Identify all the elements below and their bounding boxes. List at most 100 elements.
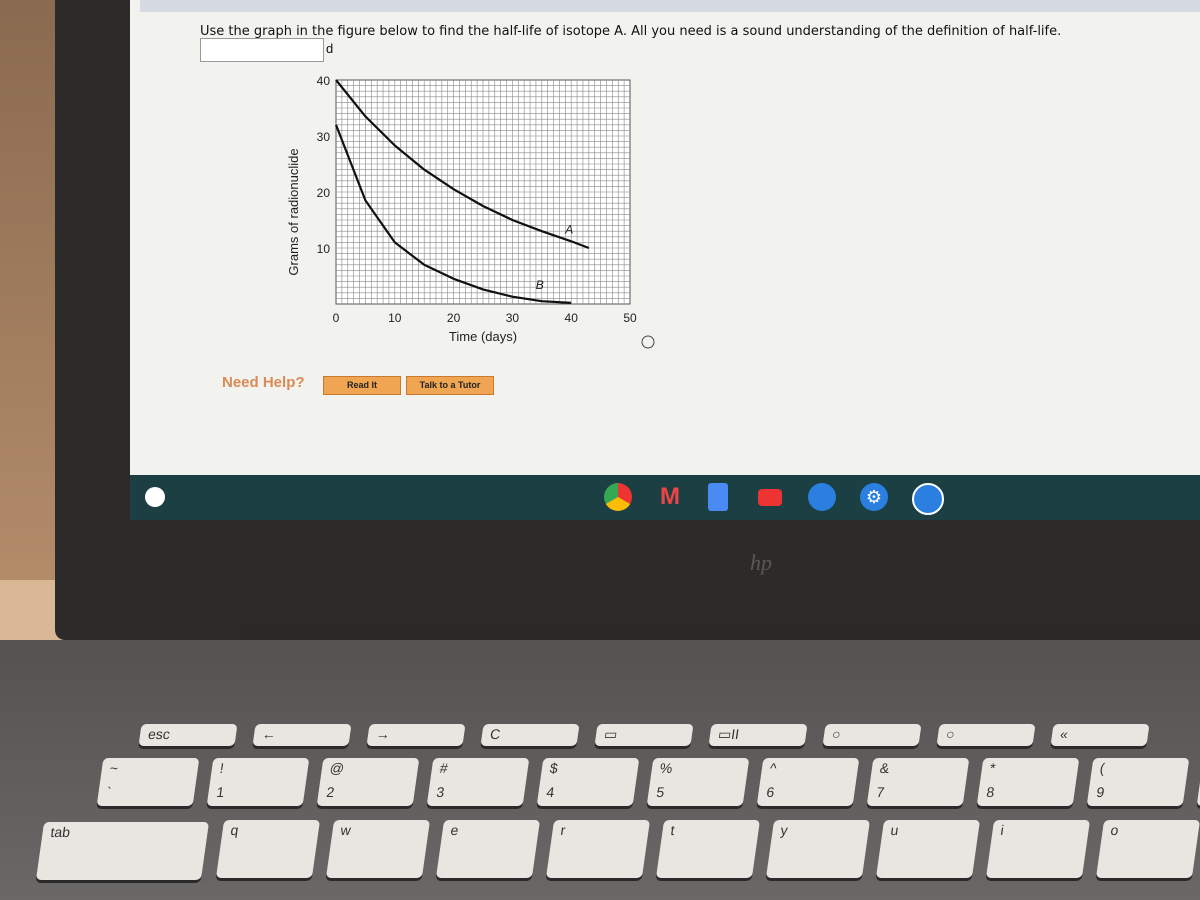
key-label: ^ [768, 760, 778, 776]
key-label: ○ [831, 726, 842, 742]
key-label: 7 [875, 784, 886, 800]
read-it-button[interactable]: Read It [323, 376, 401, 395]
page-top-bar [140, 0, 1200, 12]
x-tick-label: 0 [333, 311, 340, 325]
key-letter[interactable]: t [655, 820, 761, 878]
key-label: # [438, 760, 449, 776]
key-label: e [449, 822, 460, 838]
x-tick-label: 30 [506, 311, 520, 325]
x-tick-label: 10 [388, 311, 402, 325]
x-tick-label: 50 [623, 311, 637, 325]
key-fn[interactable]: ○ [936, 724, 1036, 746]
key-label: ▭II [717, 726, 741, 742]
key-number[interactable]: ^ 6 [756, 758, 860, 806]
key-label: 3 [435, 784, 446, 800]
x-tick-label: 20 [447, 311, 461, 325]
key-label: « [1059, 726, 1070, 742]
chrome-icon[interactable] [604, 483, 632, 511]
key-number[interactable]: & 7 [866, 758, 970, 806]
key-number[interactable]: * 8 [976, 758, 1080, 806]
talk-to-tutor-button[interactable]: Talk to a Tutor [406, 376, 494, 395]
key-label: esc [147, 726, 172, 742]
key-label: tab [49, 824, 72, 840]
key-label: 5 [655, 784, 666, 800]
y-tick-label: 40 [317, 74, 331, 88]
key-letter[interactable]: e [435, 820, 541, 878]
docs-icon[interactable] [708, 483, 728, 511]
key-label: ~ [108, 760, 120, 776]
hp-logo: hp [750, 550, 772, 575]
answer-input[interactable] [200, 38, 324, 62]
key-label: @ [328, 760, 346, 776]
key-label: 2 [325, 784, 336, 800]
key-label: ! [218, 760, 225, 776]
series-B-label: B [536, 278, 544, 292]
key-label: * [988, 760, 997, 776]
need-help-label: Need Help? [222, 374, 305, 391]
key-fn[interactable]: esc [138, 724, 238, 746]
x-tick-label: 40 [565, 311, 579, 325]
key-label: u [889, 822, 900, 838]
key-label: ▭ [603, 726, 619, 742]
key-letter[interactable]: w [325, 820, 431, 878]
files-icon[interactable] [808, 483, 836, 511]
launcher-icon[interactable] [145, 487, 165, 507]
gmail-icon[interactable]: M [656, 483, 684, 511]
question-text: Use the graph in the figure below to fin… [200, 24, 1062, 39]
key-fn[interactable]: → [366, 724, 466, 746]
key-fn[interactable]: ← [252, 724, 352, 746]
key-label: ← [261, 726, 278, 742]
key-label: → [375, 726, 392, 742]
key-number[interactable]: #3 [426, 758, 530, 806]
key-label: 6 [765, 784, 776, 800]
key-label: w [339, 822, 352, 838]
key-number[interactable]: @2 [316, 758, 420, 806]
key-label: ( [1098, 760, 1106, 776]
key-number[interactable]: $4 [536, 758, 640, 806]
key-number[interactable]: ~ ` [96, 758, 200, 806]
key-label: q [229, 822, 240, 838]
key-label: ` [105, 784, 113, 800]
youtube-icon[interactable] [758, 489, 782, 506]
key-fn[interactable]: C [480, 724, 580, 746]
key-label: y [779, 822, 789, 838]
key-label: C [489, 726, 502, 742]
key-label: $ [548, 760, 559, 776]
key-letter[interactable]: o [1095, 820, 1200, 878]
key-label: r [559, 822, 567, 838]
key-letter[interactable]: tab [35, 822, 210, 880]
key-letter[interactable]: y [765, 820, 871, 878]
key-label: 8 [985, 784, 996, 800]
key-label: ○ [945, 726, 956, 742]
key-fn[interactable]: « [1050, 724, 1150, 746]
key-label: 9 [1095, 784, 1106, 800]
key-label: & [878, 760, 891, 776]
key-fn[interactable]: ▭ [594, 724, 694, 746]
key-label: t [669, 822, 676, 838]
y-tick-label: 30 [317, 130, 331, 144]
y-axis-label: Grams of radionuclide [286, 148, 301, 275]
x-axis-label: Time (days) [449, 329, 517, 344]
key-label: % [658, 760, 674, 776]
key-label: o [1109, 822, 1120, 838]
key-number[interactable]: (9 [1086, 758, 1190, 806]
y-tick-label: 10 [317, 242, 331, 256]
key-label: 4 [545, 784, 556, 800]
answer-unit: d [326, 41, 334, 56]
key-number[interactable]: ! 1 [206, 758, 310, 806]
key-letter[interactable]: r [545, 820, 651, 878]
key-letter[interactable]: q [215, 820, 321, 878]
key-fn[interactable]: ○ [822, 724, 922, 746]
key-fn[interactable]: ▭II [708, 724, 808, 746]
key-label: 1 [215, 784, 226, 800]
series-A-label: A [564, 222, 573, 236]
zoom-icon[interactable] [912, 483, 944, 515]
half-life-chart: 0 10 20 30 40 50 10 20 30 40 Time (days) Grams of r… [286, 74, 655, 349]
key-label: i [999, 822, 1005, 838]
y-tick-label: 20 [317, 186, 331, 200]
key-letter[interactable]: u [875, 820, 981, 878]
settings-icon[interactable]: ⚙ [860, 483, 888, 511]
key-letter[interactable]: i [985, 820, 1091, 878]
key-number[interactable]: % 5 [646, 758, 750, 806]
info-icon [641, 335, 655, 349]
